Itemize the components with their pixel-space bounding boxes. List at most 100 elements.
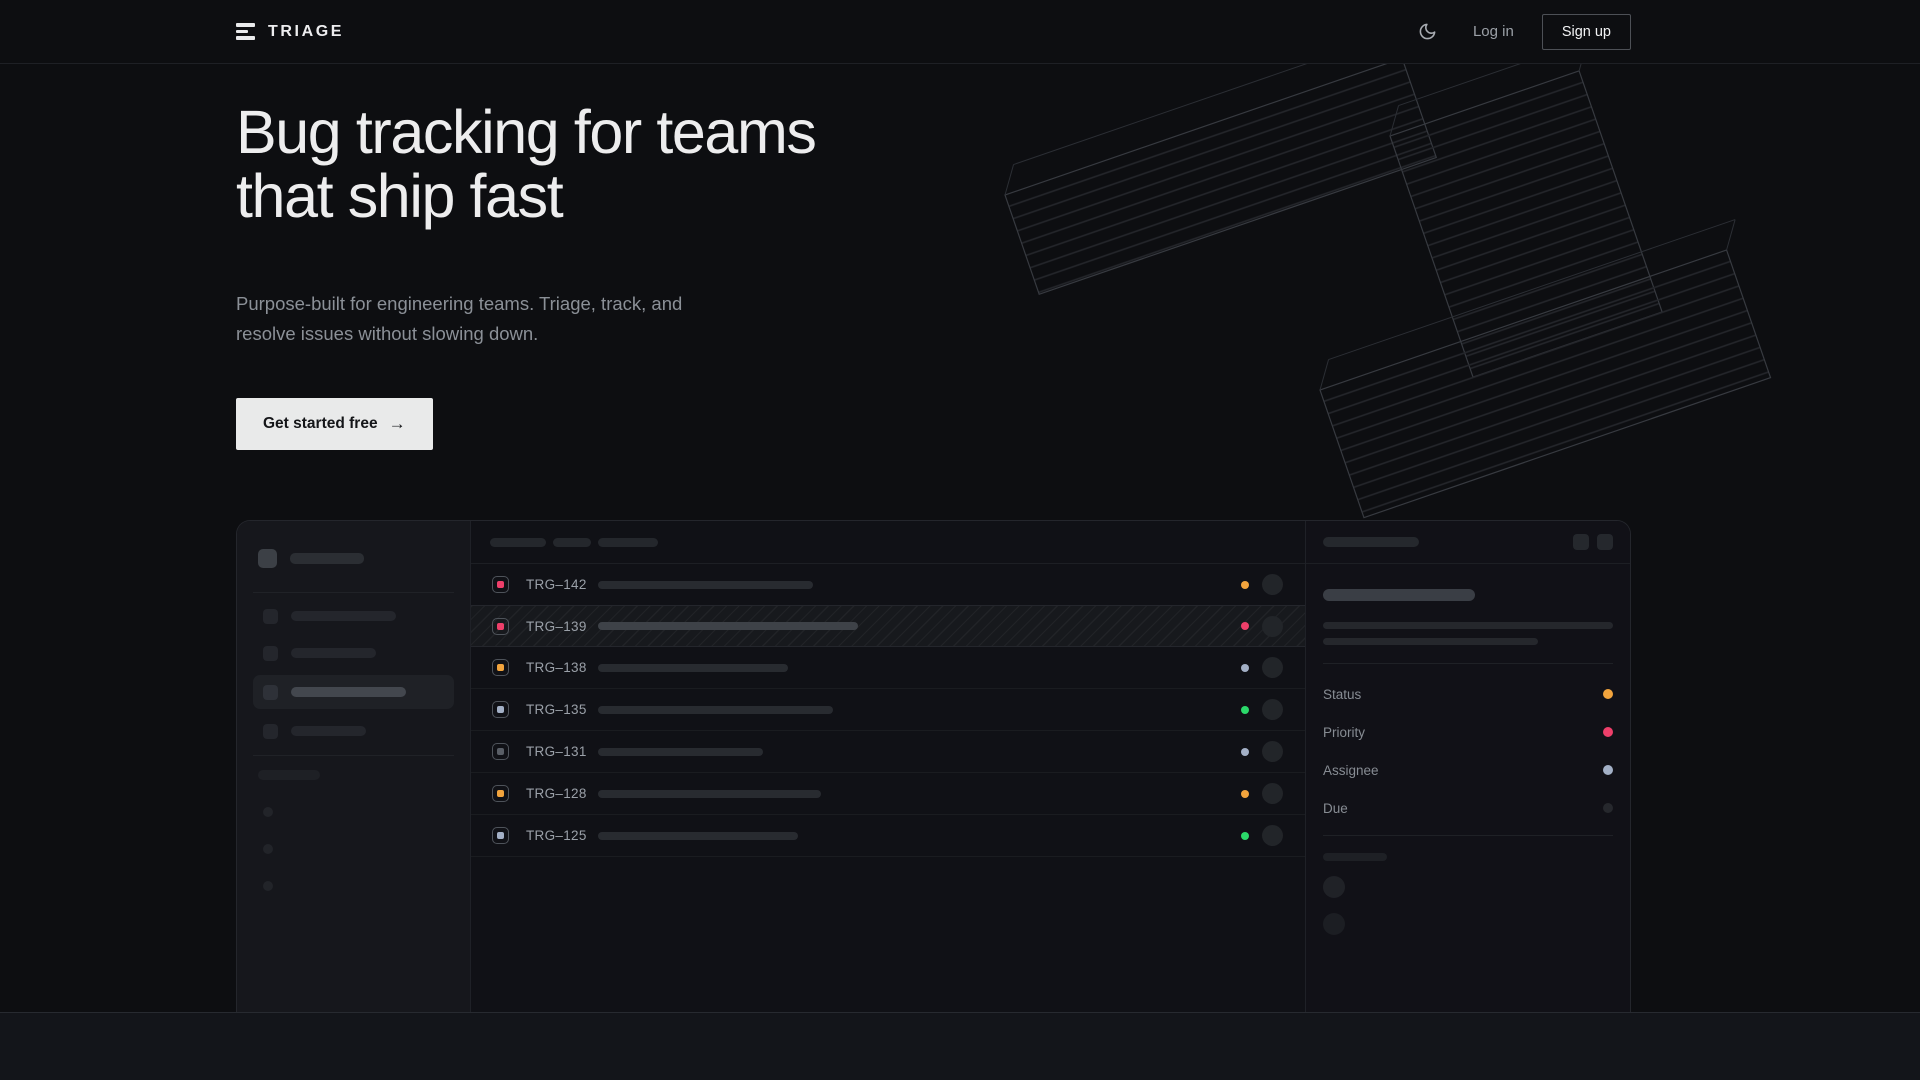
hero-heading-line2: that ship fast (236, 164, 815, 228)
signup-button[interactable]: Sign up (1542, 14, 1631, 50)
issue-list-header (471, 521, 1305, 564)
sidebar-dot (263, 844, 273, 854)
issue-type-icon (492, 701, 509, 718)
activity-label-skeleton (1323, 853, 1387, 861)
sidebar-section-skeleton (258, 770, 320, 780)
property-value-dot (1603, 689, 1613, 699)
login-link[interactable]: Log in (1473, 23, 1514, 40)
detail-header (1306, 521, 1630, 564)
sidebar-item-skeleton (291, 611, 396, 621)
issue-list: TRG–142 TRG–139 TRG–138 TRG–135 (471, 521, 1305, 1013)
get-started-button[interactable]: Get started free → (236, 398, 433, 450)
issue-type-icon (492, 659, 509, 676)
issue-detail-panel: Status Priority Assignee Due (1305, 521, 1630, 1013)
mockup-sidebar (237, 521, 471, 1013)
issue-id: TRG–142 (526, 577, 590, 592)
sidebar-divider (253, 755, 454, 756)
sidebar-item[interactable] (253, 716, 454, 746)
issue-row[interactable]: TRG–135 (471, 689, 1305, 731)
issue-id: TRG–125 (526, 828, 590, 843)
get-started-label: Get started free (263, 415, 378, 433)
issue-id: TRG–135 (526, 702, 590, 717)
status-dot (1241, 790, 1249, 798)
issue-title-skeleton (598, 832, 798, 840)
property-value-dot (1603, 727, 1613, 737)
property-row[interactable]: Priority (1323, 713, 1613, 751)
issue-row-selected[interactable]: TRG–139 (471, 605, 1305, 647)
theme-toggle-button[interactable] (1411, 15, 1445, 49)
issue-row[interactable]: TRG–138 (471, 647, 1305, 689)
assignee-avatar (1262, 783, 1283, 804)
status-dot (1241, 581, 1249, 589)
hero-subtitle: Purpose-built for engineering teams. Tri… (236, 289, 716, 349)
workspace-switcher[interactable] (253, 549, 454, 568)
issue-id: TRG–131 (526, 744, 590, 759)
issue-id: TRG–128 (526, 786, 590, 801)
filter-skeleton (553, 538, 591, 547)
sidebar-item-skeleton (291, 648, 376, 658)
issue-type-icon (492, 743, 509, 760)
app-mockup: TRG–142 TRG–139 TRG–138 TRG–135 (236, 520, 1631, 1013)
issue-row[interactable]: TRG–125 (471, 815, 1305, 857)
assignee-avatar (1262, 825, 1283, 846)
detail-properties: Status Priority Assignee Due (1323, 675, 1613, 827)
hero-heading: Bug tracking for teams that ship fast (236, 100, 815, 228)
sidebar-item[interactable] (253, 638, 454, 668)
property-value-dot (1603, 765, 1613, 775)
sidebar-dot (263, 881, 273, 891)
assignee-avatar (1262, 699, 1283, 720)
sidebar-item-active[interactable] (253, 675, 454, 709)
issue-type-icon (492, 618, 509, 635)
assignee-avatar (1262, 657, 1283, 678)
issue-type-icon (492, 785, 509, 802)
issue-row[interactable]: TRG–131 (471, 731, 1305, 773)
sidebar-item-icon (263, 609, 278, 624)
sidebar-item-icon (263, 646, 278, 661)
moon-icon (1418, 22, 1437, 41)
filter-skeleton (490, 538, 546, 547)
issue-title-skeleton (598, 790, 821, 798)
status-dot (1241, 706, 1249, 714)
brand-name: TRIAGE (268, 23, 344, 41)
assignee-avatar (1262, 616, 1283, 637)
issue-row[interactable]: TRG–128 (471, 773, 1305, 815)
issue-title-skeleton (598, 622, 858, 630)
issue-row[interactable]: TRG–142 (471, 564, 1305, 606)
status-dot (1241, 664, 1249, 672)
sidebar-item-icon (263, 685, 278, 700)
status-dot (1241, 832, 1249, 840)
hero-heading-line1: Bug tracking for teams (236, 100, 815, 164)
sidebar-item[interactable] (253, 601, 454, 631)
sidebar-item-icon (263, 724, 278, 739)
sidebar-divider (253, 592, 454, 593)
property-label: Status (1323, 687, 1361, 702)
sidebar-item-skeleton (291, 687, 406, 697)
property-row[interactable]: Due (1323, 789, 1613, 827)
triage-bars-icon (236, 23, 255, 40)
status-dot (1241, 622, 1249, 630)
activity-avatar (1323, 876, 1345, 898)
property-row[interactable]: Assignee (1323, 751, 1613, 789)
footer-band (0, 1012, 1920, 1080)
top-nav: TRIAGE Log in Sign up (0, 0, 1920, 64)
detail-action-button[interactable] (1573, 534, 1589, 550)
detail-divider (1323, 663, 1613, 664)
property-value-dot (1603, 803, 1613, 813)
property-label: Priority (1323, 725, 1365, 740)
issue-id: TRG–139 (526, 619, 590, 634)
sidebar-item-skeleton (291, 726, 366, 736)
property-row[interactable]: Status (1323, 675, 1613, 713)
issue-title-skeleton (598, 748, 763, 756)
detail-divider (1323, 835, 1613, 836)
brand-logo[interactable]: TRIAGE (236, 23, 344, 41)
detail-action-button[interactable] (1597, 534, 1613, 550)
detail-breadcrumb-skeleton (1323, 537, 1419, 547)
detail-title-skeleton (1323, 589, 1475, 601)
detail-description-skeleton (1323, 638, 1538, 645)
property-label: Due (1323, 801, 1348, 816)
filter-skeleton (598, 538, 658, 547)
activity-avatar (1323, 913, 1345, 935)
assignee-avatar (1262, 741, 1283, 762)
workspace-avatar (258, 549, 277, 568)
sidebar-dot (263, 807, 273, 817)
